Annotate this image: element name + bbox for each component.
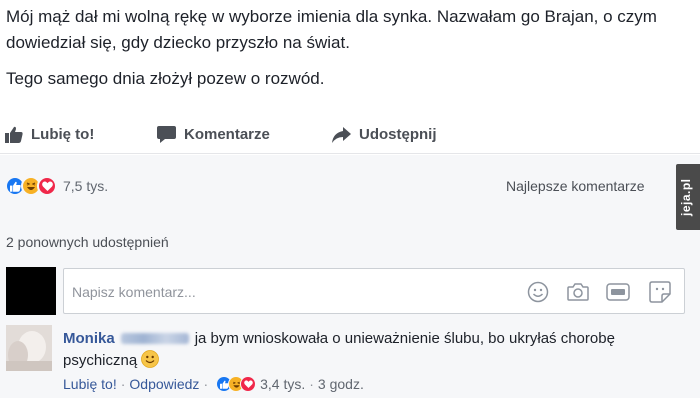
gif-icon[interactable] [606, 280, 630, 304]
shares-count[interactable]: 2 ponownych udostępnień [6, 234, 169, 250]
author-surname-blurred [120, 333, 189, 344]
separator-dot: · [120, 376, 126, 392]
speech-bubble-icon [157, 126, 176, 143]
emoji-icon[interactable] [526, 280, 550, 304]
comment-timestamp[interactable]: 3 godz. [318, 376, 364, 392]
post-paragraph-1: Mój mąż dał mi wolną rękę w wyborze imie… [6, 7, 657, 52]
comment-reactions[interactable] [216, 376, 257, 392]
share-arrow-icon [332, 126, 351, 143]
comment-meta: Lubię to! · Odpowiedz · 3,4 tys. · 3 god… [63, 376, 364, 392]
current-user-avatar [6, 267, 56, 315]
sticker-icon[interactable] [648, 280, 672, 304]
camera-icon[interactable] [566, 280, 590, 304]
comment-input[interactable] [72, 281, 492, 303]
share-label: Udostępnij [359, 126, 437, 143]
comment-author[interactable]: Monika [63, 330, 115, 347]
love-icon [240, 376, 257, 392]
comment-composer [63, 268, 685, 314]
comment-reaction-count: 3,4 tys. [260, 376, 306, 392]
commenter-avatar[interactable] [6, 325, 52, 371]
separator-dot: · [309, 376, 314, 392]
post-paragraph-2: Tego samego dnia złożył pozew o rozwód. [6, 69, 325, 88]
comment-body: Monika ja bym wnioskowała o unieważnienie… [63, 328, 683, 375]
smiley-icon [141, 350, 160, 375]
separator-dot: · [203, 376, 209, 392]
post-text: Mój mąż dał mi wolną rękę w wyborze imie… [6, 4, 666, 92]
post-action-bar: Lubię to! Komentarze Udostępnij [0, 118, 700, 154]
comment-button[interactable]: Komentarze [157, 126, 270, 143]
site-watermark: jeja.pl [676, 164, 700, 230]
like-label: Lubię to! [31, 126, 95, 143]
love-icon [37, 176, 57, 196]
watermark-text: jeja.pl [679, 178, 693, 216]
comment-reply-link[interactable]: Odpowiedz [129, 376, 199, 392]
post-reactions[interactable]: 7,5 tys. [5, 176, 108, 196]
comment-label: Komentarze [184, 126, 270, 143]
comment-sort-dropdown[interactable]: Najlepsze komentarze [506, 178, 645, 194]
like-button[interactable]: Lubię to! [5, 126, 94, 143]
reaction-count: 7,5 tys. [63, 178, 109, 194]
thumbs-up-icon [5, 126, 23, 143]
share-button[interactable]: Udostępnij [332, 126, 437, 143]
comment-like-link[interactable]: Lubię to! [63, 376, 117, 392]
